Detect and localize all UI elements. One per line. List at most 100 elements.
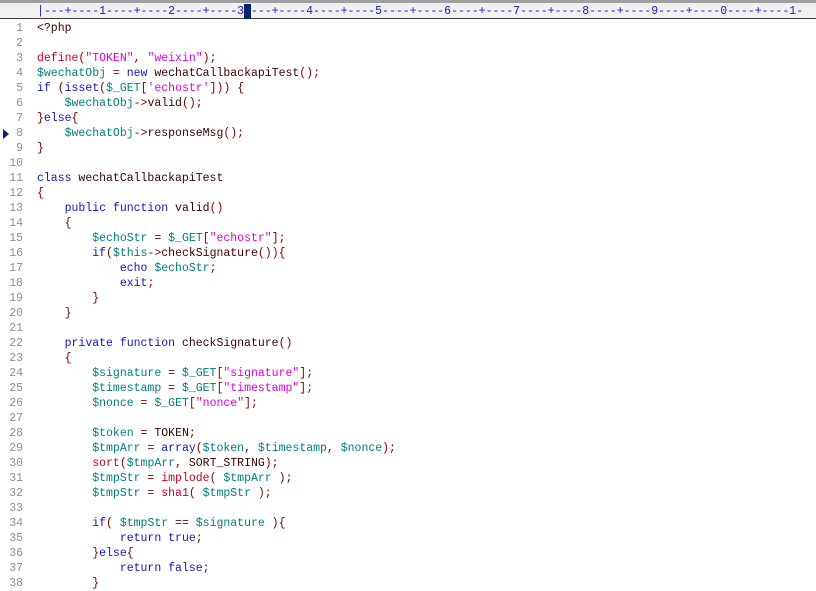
code-line[interactable]: 34 if( $tmpStr == $signature ){ — [0, 516, 816, 531]
line-text: $wechatObj->responseMsg(); — [37, 126, 244, 141]
code-line[interactable]: 26 $nonce = $_GET["nonce"]; — [0, 396, 816, 411]
code-line[interactable]: 20 } — [0, 306, 816, 321]
code-line[interactable]: 35 return true; — [0, 531, 816, 546]
line-number: 26 — [9, 397, 23, 410]
code-line[interactable]: 38 } — [0, 576, 816, 591]
code-editor[interactable]: 1 <?php 2 3 define("TOKEN", "weixin"); 4 $wech… — [0, 21, 816, 591]
line-text: define("TOKEN", "weixin"); — [37, 51, 216, 66]
token-op: ( — [106, 247, 113, 260]
code-line[interactable]: 7}else{ — [0, 111, 816, 126]
line-number: 25 — [9, 382, 23, 395]
line-number: 13 — [9, 202, 23, 215]
token-plain: wechatCallbackapiTest — [147, 67, 300, 80]
code-line[interactable]: 33 — [0, 501, 816, 516]
code-line[interactable]: 17 echo $echoStr; — [0, 261, 816, 276]
code-line[interactable]: 22 private function checkSignature() — [0, 336, 816, 351]
code-line[interactable]: 13 public function valid() — [0, 201, 816, 216]
token-plain: SORT_STRING — [188, 457, 265, 470]
token-op: ; — [188, 427, 196, 440]
code-line[interactable]: 21 — [0, 321, 816, 336]
code-line[interactable]: 31 $tmpStr = implode( $tmpArr ); — [0, 471, 816, 486]
token-var: $wechatObj — [64, 97, 134, 110]
token-var: $_GET — [181, 382, 217, 395]
line-number: 36 — [9, 547, 23, 560]
token-plain: valid — [147, 97, 182, 110]
line-text: $wechatObj->valid(); — [37, 96, 203, 111]
code-line[interactable]: 15 $echoStr = $_GET["echostr"]; — [0, 231, 816, 246]
line-text: return true; — [37, 531, 203, 546]
token-op: ; — [209, 262, 217, 275]
line-text: if($this->checkSignature()){ — [37, 246, 285, 261]
code-line[interactable]: 32 $tmpStr = sha1( $tmpStr ); — [0, 486, 816, 501]
code-line[interactable]: 9} — [0, 141, 816, 156]
token-op: = — [161, 367, 182, 380]
token-var: $tmpStr — [202, 487, 251, 500]
code-line[interactable]: 5 if (isset($_GET['echostr'])) { — [0, 81, 816, 96]
token-op: } — [64, 307, 72, 320]
token-op: () — [278, 337, 293, 350]
line-number: 28 — [9, 427, 23, 440]
code-line[interactable]: 11 class wechatCallbackapiTest — [0, 171, 816, 186]
code-line[interactable]: 14 { — [0, 216, 816, 231]
line-text: $token = TOKEN; — [37, 426, 196, 441]
token-op: -> — [147, 247, 162, 260]
token-op: , — [326, 442, 341, 455]
line-number: 23 — [9, 352, 23, 365]
token-op: [ — [188, 397, 196, 410]
token-var: $tmpStr — [92, 487, 141, 500]
line-number: 12 — [9, 187, 23, 200]
token-plain: valid — [168, 202, 210, 215]
line-number: 10 — [9, 157, 23, 170]
code-line[interactable]: 27 — [0, 411, 816, 426]
code-line[interactable]: 6 $wechatObj->valid(); — [0, 96, 816, 111]
token-var: $_GET — [168, 232, 203, 245]
code-line[interactable]: 10 — [0, 156, 816, 171]
token-op: -> — [133, 97, 148, 110]
token-var: $_GET — [154, 397, 189, 410]
code-line[interactable]: 30 sort($tmpArr, SORT_STRING); — [0, 456, 816, 471]
token-var: $signature — [195, 517, 265, 530]
token-op: , — [244, 442, 258, 455]
code-line[interactable]: 29 $tmpArr = array($token, $timestamp, $… — [0, 441, 816, 456]
token-var: $tmpArr — [223, 472, 272, 485]
token-op: ( — [119, 457, 127, 470]
token-var: $tmpArr — [126, 457, 176, 470]
line-number: 14 — [9, 217, 23, 230]
code-line[interactable]: 4 $wechatObj = new wechatCallbackapiTest(… — [0, 66, 816, 81]
token-op: = — [133, 427, 155, 440]
code-line[interactable]: 23 { — [0, 351, 816, 366]
line-number: 9 — [16, 142, 23, 155]
token-op: = — [161, 382, 182, 395]
token-str: "echostr" — [209, 232, 272, 245]
code-line[interactable]: 28 $token = TOKEN; — [0, 426, 816, 441]
code-line[interactable]: 8 $wechatObj->responseMsg(); — [0, 126, 816, 141]
code-line[interactable]: 36 }else{ — [0, 546, 816, 561]
code-line[interactable]: 1 <?php — [0, 21, 816, 36]
line-number: 3 — [16, 52, 23, 65]
token-op: { — [64, 352, 72, 365]
token-op: ( — [50, 82, 65, 95]
token-op: ( — [99, 82, 107, 95]
code-line[interactable]: 16 if($this->checkSignature()){ — [0, 246, 816, 261]
code-line[interactable]: 24 $signature = $_GET["signature"]; — [0, 366, 816, 381]
code-line[interactable]: 2 — [0, 36, 816, 51]
code-line[interactable]: 25 $timestamp = $_GET["timestamp"]; — [0, 381, 816, 396]
code-line[interactable]: 19 } — [0, 291, 816, 306]
line-number: 15 — [9, 232, 23, 245]
code-line[interactable]: 37 return false; — [0, 561, 816, 576]
code-line[interactable]: 12 { — [0, 186, 816, 201]
line-number: 31 — [9, 472, 23, 485]
code-line[interactable]: 3 define("TOKEN", "weixin"); — [0, 51, 816, 66]
token-op: ); — [382, 442, 396, 455]
line-text: $tmpArr = array($token, $timestamp, $non… — [37, 441, 396, 456]
token-op: = — [106, 67, 127, 80]
code-line[interactable]: 18 exit; — [0, 276, 816, 291]
